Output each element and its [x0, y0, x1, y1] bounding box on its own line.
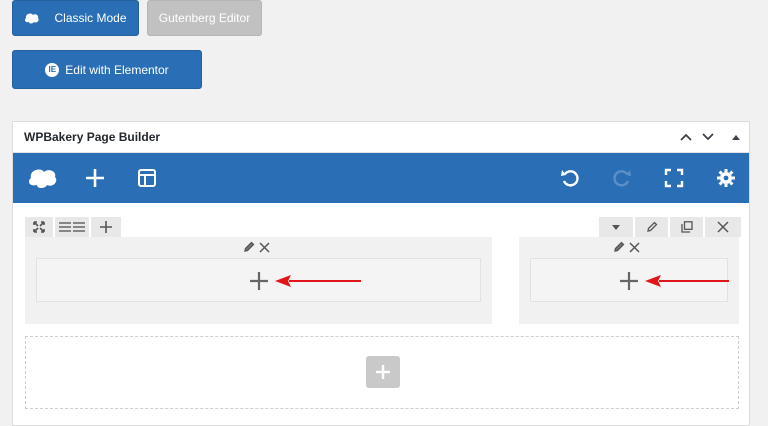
- gutenberg-editor-label: Gutenberg Editor: [158, 11, 251, 25]
- add-element-icon[interactable]: [82, 166, 108, 190]
- row-controls-left: [25, 217, 121, 237]
- panel-header: WPBakery Page Builder: [13, 122, 749, 153]
- add-element-area[interactable]: [25, 336, 739, 409]
- settings-icon[interactable]: [713, 166, 739, 190]
- move-down-icon[interactable]: [700, 129, 716, 145]
- elementor-icon: IE: [45, 62, 60, 77]
- classic-mode-label: Classic Mode: [54, 11, 127, 25]
- close-icon[interactable]: [629, 240, 640, 258]
- wpbakery-panel: WPBakery Page Builder: [12, 121, 750, 426]
- classic-mode-button[interactable]: Classic Mode: [12, 0, 139, 36]
- dropdown-icon[interactable]: [599, 217, 633, 237]
- collapse-toggle-icon[interactable]: [728, 129, 744, 145]
- add-element-icon[interactable]: [249, 271, 269, 291]
- undo-icon[interactable]: [557, 166, 583, 190]
- close-icon[interactable]: [259, 240, 270, 258]
- templates-icon[interactable]: [134, 166, 160, 190]
- add-element-icon[interactable]: [619, 271, 639, 291]
- edit-pencil-icon[interactable]: [635, 217, 668, 237]
- wpbakery-logo-icon[interactable]: [27, 166, 59, 190]
- column-right-tools: [613, 240, 640, 258]
- edit-with-elementor-label: Edit with Elementor: [65, 62, 169, 77]
- row-controls-right: [599, 217, 741, 237]
- move-up-icon[interactable]: [678, 129, 694, 145]
- column-left-content[interactable]: [36, 258, 481, 302]
- edit-pencil-icon[interactable]: [613, 240, 625, 258]
- gutenberg-editor-button[interactable]: Gutenberg Editor: [147, 0, 262, 36]
- column-right-content[interactable]: [530, 258, 731, 302]
- fullscreen-icon[interactable]: [661, 166, 687, 190]
- redo-icon[interactable]: [609, 166, 635, 190]
- layout-icon[interactable]: [55, 217, 89, 237]
- column-right: [519, 237, 739, 324]
- add-column-icon[interactable]: [91, 217, 121, 237]
- wpbakery-logo-icon: [24, 12, 40, 25]
- panel-title: WPBakery Page Builder: [24, 130, 161, 144]
- move-icon[interactable]: [25, 217, 53, 237]
- add-element-button[interactable]: [366, 356, 400, 388]
- arrow-annotation: [645, 273, 731, 294]
- column-left-tools: [243, 240, 270, 258]
- clone-icon[interactable]: [670, 217, 703, 237]
- edit-pencil-icon[interactable]: [243, 240, 255, 258]
- edit-with-elementor-button[interactable]: IE Edit with Elementor: [12, 50, 202, 89]
- close-icon[interactable]: [705, 217, 741, 237]
- column-left: [25, 237, 492, 324]
- arrow-annotation: [275, 273, 365, 294]
- builder-toolbar: [13, 153, 749, 203]
